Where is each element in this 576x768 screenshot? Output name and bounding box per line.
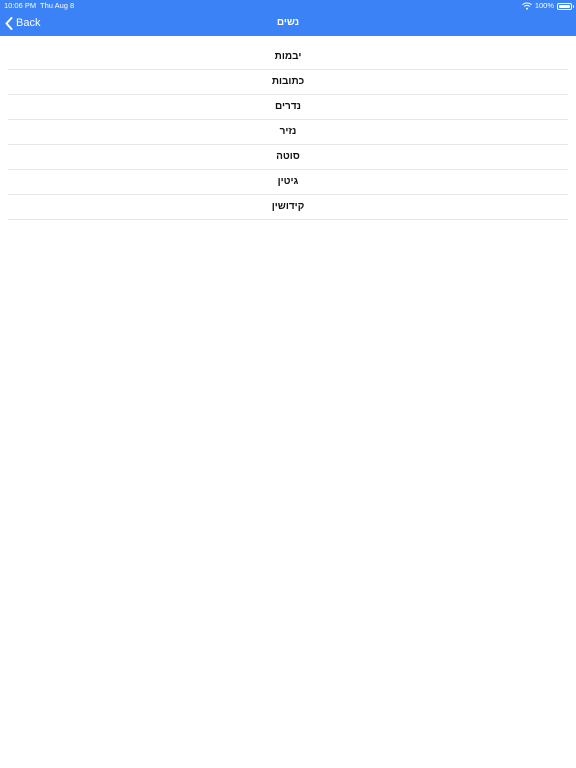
list-item[interactable]: כתובות bbox=[8, 70, 568, 95]
list-item[interactable]: גיטין bbox=[8, 170, 568, 195]
list-item[interactable]: נזיר bbox=[8, 120, 568, 145]
status-date: Thu Aug 8 bbox=[40, 1, 75, 10]
list-item[interactable]: סוטה bbox=[8, 145, 568, 170]
navigation-header: 10:06 PM Thu Aug 8 100% Back נשים bbox=[0, 0, 576, 36]
page-title: נשים bbox=[276, 17, 300, 28]
list-item[interactable]: נדרים bbox=[8, 95, 568, 120]
battery-percent: 100% bbox=[534, 1, 554, 10]
wifi-icon bbox=[521, 2, 532, 10]
status-bar: 10:06 PM Thu Aug 8 100% bbox=[0, 0, 576, 12]
status-time: 10:06 PM bbox=[4, 1, 37, 10]
tractate-list: יבמות כתובות נדרים נזיר סוטה גיטין קידוש… bbox=[8, 45, 568, 220]
list-item[interactable]: יבמות bbox=[8, 45, 568, 70]
battery-icon bbox=[557, 2, 574, 10]
status-indicators: 100% bbox=[521, 0, 574, 12]
list-item[interactable]: קידושין bbox=[8, 195, 568, 220]
